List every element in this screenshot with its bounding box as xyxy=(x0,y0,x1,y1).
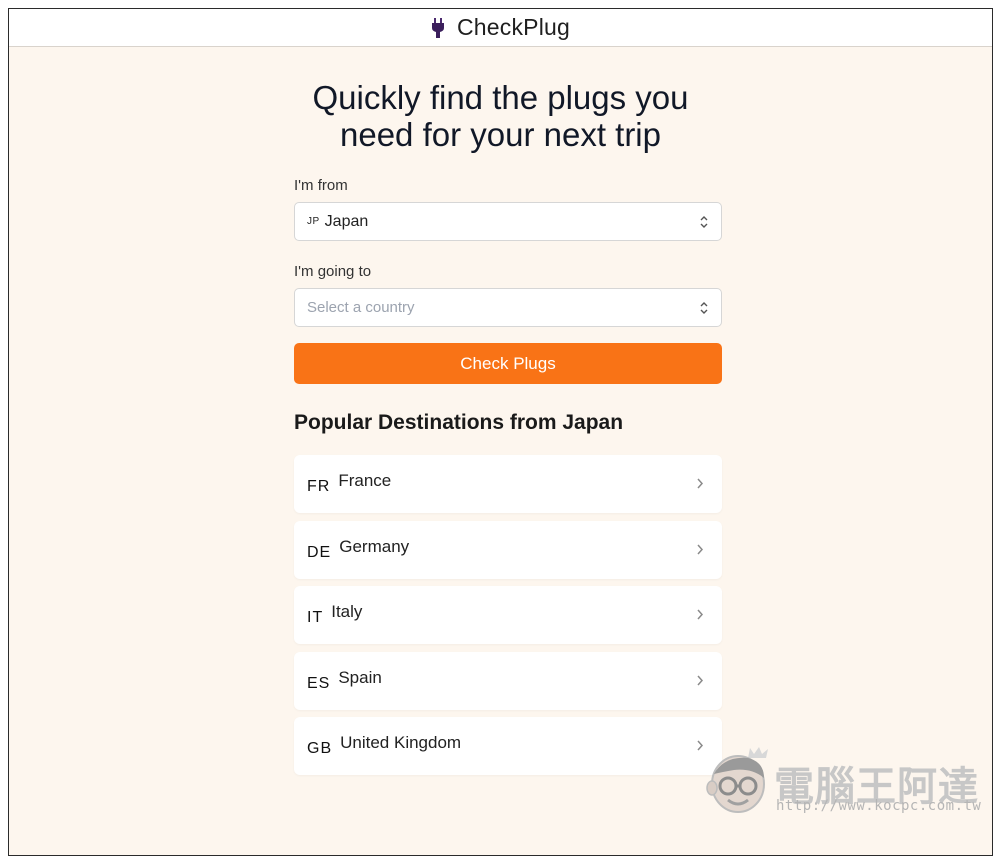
country-code: IT xyxy=(307,609,324,626)
country-code: ES xyxy=(307,674,331,692)
plug-search-form: I'm from JP Japan I'm going to Select a … xyxy=(294,177,722,384)
country-name: Germany xyxy=(339,536,410,556)
from-country-value: Japan xyxy=(324,212,369,230)
country-code: GB xyxy=(307,740,333,757)
destination-item-spain[interactable]: ES Spain xyxy=(294,651,722,710)
plug-icon xyxy=(431,17,444,38)
page-title: Quickly find the plugs you need for your… xyxy=(9,79,992,153)
popular-destinations-title: Popular Destinations from Japan xyxy=(294,411,624,434)
to-country-select[interactable]: Select a country xyxy=(294,288,722,327)
country-code: FR xyxy=(307,478,331,495)
destination-item-france[interactable]: FR France xyxy=(294,455,722,513)
mascot-face-icon xyxy=(706,747,768,813)
from-country-select[interactable]: JP Japan xyxy=(294,202,722,241)
to-country-placeholder: Select a country xyxy=(307,299,415,316)
chevron-right-icon xyxy=(697,609,704,620)
check-plugs-button[interactable]: Check Plugs xyxy=(294,343,722,384)
chevron-right-icon xyxy=(697,478,704,489)
chevron-right-icon xyxy=(697,544,704,554)
country-name: Italy xyxy=(331,602,363,621)
country-code: DE xyxy=(307,543,332,561)
watermark-url: http://www.kocpc.com.tw xyxy=(776,798,982,814)
destination-item-united-kingdom[interactable]: GB United Kingdom xyxy=(294,717,722,775)
destination-item-italy[interactable]: IT Italy xyxy=(294,586,722,644)
destination-list: FR France DE Germany IT Italy ES Spain G… xyxy=(294,455,722,783)
destination-item-germany[interactable]: DE Germany xyxy=(294,520,722,579)
app-frame: CheckPlug Quickly find the plugs you nee… xyxy=(8,8,993,856)
country-name: Spain xyxy=(338,667,382,687)
watermark: 電腦王阿達 http://www.kocpc.com.tw xyxy=(704,744,984,822)
country-name: France xyxy=(338,471,392,490)
brand-name[interactable]: CheckPlug xyxy=(457,14,570,41)
title-line-2: need for your next trip xyxy=(339,116,661,153)
chevron-up-down-icon xyxy=(700,302,708,314)
title-line-1: Quickly find the plugs you xyxy=(312,79,689,116)
from-label: I'm from xyxy=(294,177,348,194)
top-bar: CheckPlug xyxy=(9,9,992,47)
chevron-right-icon xyxy=(697,675,704,685)
to-label: I'm going to xyxy=(294,263,372,280)
chevron-up-down-icon xyxy=(700,216,708,228)
chevron-right-icon xyxy=(697,740,704,751)
country-name: United Kingdom xyxy=(340,733,462,752)
from-country-code: JP xyxy=(307,216,320,227)
